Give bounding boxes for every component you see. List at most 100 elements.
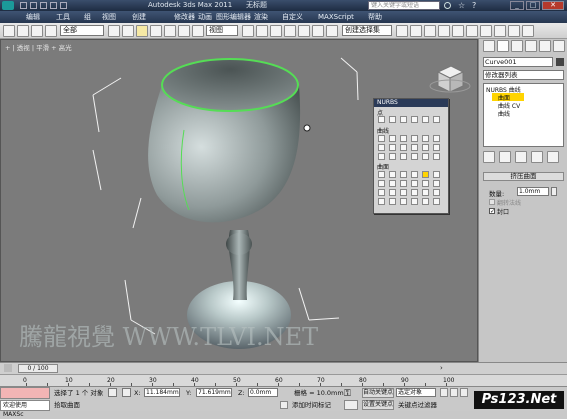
window-crossing-icon[interactable] — [150, 25, 162, 37]
configure-sets-icon[interactable] — [547, 151, 559, 163]
stack-item-surface[interactable]: 曲面 — [492, 93, 524, 102]
nurbs-tool-icon[interactable] — [389, 171, 396, 178]
scale-icon[interactable] — [192, 25, 204, 37]
stack-item-curve[interactable]: 曲线 — [498, 109, 510, 118]
nurbs-tool-icon[interactable] — [411, 116, 418, 123]
quick-access-open-icon[interactable] — [30, 2, 37, 9]
link-icon[interactable] — [31, 25, 43, 37]
lock-selection-icon[interactable] — [108, 388, 117, 397]
nurbs-tool-icon[interactable] — [433, 116, 440, 123]
nurbs-tool-icon[interactable] — [411, 180, 418, 187]
undo-icon[interactable] — [3, 25, 15, 37]
nurbs-tool-icon[interactable] — [400, 171, 407, 178]
menu-item-edit[interactable]: 编辑 — [26, 13, 40, 22]
pin-stack-icon[interactable] — [483, 151, 495, 163]
percent-snap-icon[interactable] — [312, 25, 324, 37]
nurbs-tool-icon[interactable] — [422, 171, 429, 178]
manipulate-icon[interactable] — [256, 25, 268, 37]
quick-access-save-icon[interactable] — [40, 2, 47, 9]
display-tab-icon[interactable] — [539, 40, 551, 52]
menu-item-create[interactable]: 创建 — [132, 13, 146, 22]
auto-key-button[interactable]: 自动关键点 — [362, 388, 394, 398]
minimize-button[interactable]: _ — [510, 1, 524, 10]
pivot-icon[interactable] — [242, 25, 254, 37]
material-editor-icon[interactable] — [480, 25, 492, 37]
angle-snap-icon[interactable] — [298, 25, 310, 37]
nurbs-tool-icon[interactable] — [422, 153, 429, 160]
hierarchy-tab-icon[interactable] — [511, 40, 523, 52]
selected-objects-dropdown[interactable]: 选定对象 — [396, 388, 436, 397]
nurbs-tool-icon[interactable] — [378, 135, 385, 142]
prev-frame-icon[interactable] — [450, 388, 458, 397]
nurbs-tool-icon[interactable] — [422, 198, 429, 205]
rendered-frame-icon[interactable] — [508, 25, 520, 37]
amount-spinner-icon[interactable] — [551, 187, 557, 196]
close-button[interactable]: ✕ — [542, 1, 564, 10]
nurbs-tool-icon[interactable] — [389, 144, 396, 151]
menu-item-help[interactable]: 帮助 — [368, 13, 382, 22]
nurbs-tool-icon[interactable] — [378, 189, 385, 196]
nurbs-tool-icon[interactable] — [422, 135, 429, 142]
nurbs-tool-icon[interactable] — [411, 198, 418, 205]
key-filters-button[interactable]: 关键点过滤器 — [398, 401, 437, 409]
nurbs-tool-icon[interactable] — [411, 189, 418, 196]
remove-modifier-icon[interactable] — [531, 151, 543, 163]
viewcube-icon[interactable] — [429, 65, 471, 93]
quick-access-redo-icon[interactable] — [60, 2, 67, 9]
menu-item-tools[interactable]: 工具 — [56, 13, 70, 22]
menu-item-animation[interactable]: 动画 — [198, 13, 212, 22]
set-key-button[interactable]: 设置关键点 — [362, 400, 394, 410]
nurbs-tool-icon[interactable] — [422, 189, 429, 196]
goblet-rim[interactable] — [161, 58, 299, 112]
align-icon[interactable] — [410, 25, 422, 37]
nurbs-tool-icon[interactable] — [400, 198, 407, 205]
nurbs-tool-icon[interactable] — [433, 135, 440, 142]
search-icon[interactable] — [444, 2, 451, 9]
search-input[interactable]: 键入关键字或短语 — [368, 1, 440, 10]
nurbs-tool-icon[interactable] — [400, 116, 407, 123]
nurbs-tool-icon[interactable] — [389, 189, 396, 196]
motion-tab-icon[interactable] — [525, 40, 537, 52]
set-key-icon[interactable] — [344, 400, 358, 410]
play-icon[interactable] — [460, 388, 468, 397]
help-icon[interactable]: ? — [472, 1, 476, 10]
nurbs-tool-icon[interactable] — [422, 144, 429, 151]
unlink-icon[interactable] — [45, 25, 57, 37]
rotate-icon[interactable] — [178, 25, 190, 37]
nurbs-tool-icon[interactable] — [389, 116, 396, 123]
modifier-list-dropdown[interactable]: 修改器列表 — [483, 70, 564, 80]
object-color-swatch[interactable] — [556, 58, 564, 66]
timeline-next-icon[interactable]: › — [440, 364, 448, 373]
nurbs-tool-icon[interactable] — [378, 180, 385, 187]
keyboard-shortcut-icon[interactable] — [270, 25, 282, 37]
nurbs-tool-icon[interactable] — [433, 144, 440, 151]
nurbs-toolbox[interactable]: NURBS 点 曲线 曲面 — [373, 98, 449, 214]
move-icon[interactable] — [164, 25, 176, 37]
goblet-knot[interactable] — [226, 233, 252, 255]
snap-toggle-icon[interactable] — [284, 25, 296, 37]
nurbs-tool-icon[interactable] — [389, 180, 396, 187]
nurbs-tool-icon[interactable] — [378, 198, 385, 205]
perspective-viewport[interactable]: + | 透视 | 平滑 + 高光 騰龍視覺 WWW.TLVI.NET NURBS… — [0, 39, 478, 362]
nurbs-tool-icon[interactable] — [378, 171, 385, 178]
star-icon[interactable]: ☆ — [458, 1, 465, 10]
key-icon[interactable]: ⚿ — [344, 390, 358, 399]
menu-item-graph-editors[interactable]: 图形编辑器 — [216, 13, 251, 22]
quick-access-undo-icon[interactable] — [50, 2, 57, 9]
nurbs-tool-icon[interactable] — [378, 116, 385, 123]
nurbs-tool-icon[interactable] — [422, 116, 429, 123]
nurbs-tool-icon[interactable] — [433, 180, 440, 187]
maxscript-listener[interactable] — [0, 387, 50, 399]
make-unique-icon[interactable] — [515, 151, 527, 163]
menu-item-group[interactable]: 组 — [84, 13, 91, 22]
nurbs-tool-icon[interactable] — [400, 180, 407, 187]
cap-checkbox[interactable]: ✓ — [489, 208, 495, 215]
selection-filter-dropdown[interactable]: 全部 — [60, 25, 104, 36]
spinner-snap-icon[interactable] — [326, 25, 338, 37]
nurbs-tool-icon[interactable] — [411, 153, 418, 160]
layer-manager-icon[interactable] — [424, 25, 436, 37]
nurbs-tool-icon[interactable] — [400, 153, 407, 160]
nurbs-tool-icon[interactable] — [411, 171, 418, 178]
nurbs-tool-icon[interactable] — [400, 135, 407, 142]
goto-start-icon[interactable] — [440, 388, 448, 397]
